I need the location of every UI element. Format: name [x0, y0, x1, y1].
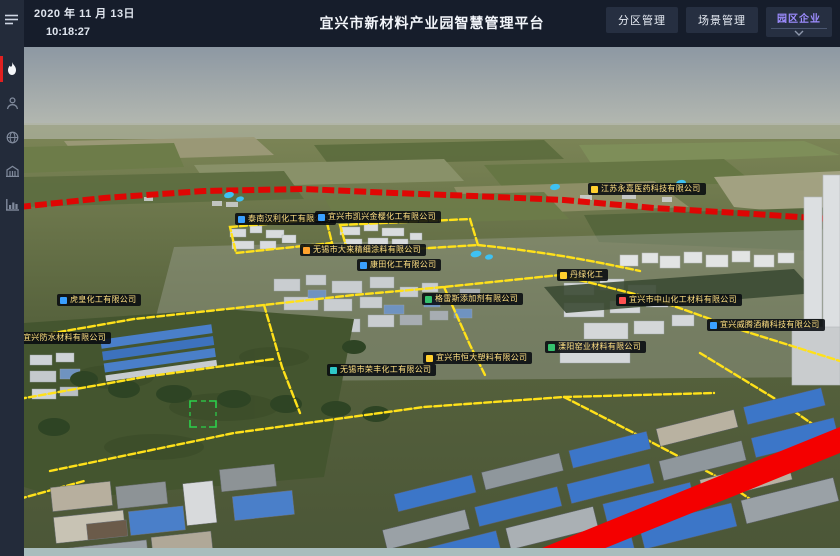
company-label[interactable]: 宜兴市中山化工材料有限公司 [616, 294, 742, 306]
company-marker-icon [238, 216, 245, 223]
divider [771, 28, 827, 29]
flame-icon[interactable] [0, 52, 24, 86]
company-name: 格雷斯添加剂有限公司 [435, 295, 518, 303]
company-name: 江苏永嘉医药科技有限公司 [601, 185, 701, 193]
company-marker-icon [560, 272, 567, 279]
park-enterprise-dropdown[interactable]: 园区企业 [766, 7, 832, 37]
company-name: 宜兴市恒大塑料有限公司 [436, 354, 527, 362]
company-marker-icon [619, 297, 626, 304]
person-icon[interactable] [0, 86, 24, 120]
company-name: 康田化工有限公司 [370, 261, 436, 269]
company-marker-icon [360, 262, 367, 269]
bar-chart-icon[interactable] [0, 188, 24, 222]
company-marker-icon [426, 355, 433, 362]
company-label[interactable]: 宜兴市恒大塑料有限公司 [423, 352, 532, 364]
company-marker-icon [60, 297, 67, 304]
company-label[interactable]: 宜兴防水材料有限公司 [24, 332, 111, 344]
company-label[interactable]: 宜兴市凯兴金樱化工有限公司 [315, 211, 441, 223]
company-label[interactable]: 江苏永嘉医药科技有限公司 [588, 183, 706, 195]
company-label[interactable]: 丹绿化工 [557, 269, 608, 281]
company-label[interactable]: 格雷斯添加剂有限公司 [422, 293, 523, 305]
factory-icon[interactable] [0, 154, 24, 188]
company-label[interactable]: 宜兴威腾酒精科技有限公司 [707, 319, 825, 331]
company-label[interactable]: 无锡市荣丰化工有限公司 [327, 364, 436, 376]
company-marker-icon [318, 214, 325, 221]
company-marker-icon [591, 186, 598, 193]
scene-manage-button[interactable]: 场景管理 [686, 7, 758, 33]
zone-manage-button[interactable]: 分区管理 [606, 7, 678, 33]
company-marker-icon [548, 344, 555, 351]
header-bar: 2020 年 11 月 13日 10:18:27 宜兴市新材料产业园智慧管理平台… [24, 0, 840, 47]
company-marker-icon [425, 296, 432, 303]
company-label[interactable]: 无锡市大来精细涂料有限公司 [300, 244, 426, 256]
sidebar [0, 0, 24, 556]
company-marker-icon [303, 247, 310, 254]
dropdown-label: 园区企业 [777, 10, 821, 25]
company-marker-icon [330, 367, 337, 374]
map-labels: 泰南汉利化工有限公司宜兴市凯兴金樱化工有限公司无锡市大来精细涂料有限公司康田化工… [24, 47, 840, 556]
header-actions: 分区管理 场景管理 园区企业 [606, 7, 832, 37]
company-name: 丹绿化工 [570, 271, 603, 279]
company-name: 无锡市荣丰化工有限公司 [340, 366, 431, 374]
menu-icon[interactable] [0, 4, 24, 34]
company-name: 虎皇化工有限公司 [70, 296, 136, 304]
company-name: 宜兴防水材料有限公司 [24, 334, 106, 342]
company-label[interactable]: 溧阳窑业材料有限公司 [545, 341, 646, 353]
map-viewport[interactable]: 泰南汉利化工有限公司宜兴市凯兴金樱化工有限公司无锡市大来精细涂料有限公司康田化工… [24, 47, 840, 556]
company-marker-icon [710, 322, 717, 329]
company-name: 宜兴市中山化工材料有限公司 [629, 296, 737, 304]
company-label[interactable]: 虎皇化工有限公司 [57, 294, 141, 306]
company-name: 宜兴市凯兴金樱化工有限公司 [328, 213, 436, 221]
company-name: 溧阳窑业材料有限公司 [558, 343, 641, 351]
smart-park-platform: 2020 年 11 月 13日 10:18:27 宜兴市新材料产业园智慧管理平台… [0, 0, 840, 556]
company-label[interactable]: 康田化工有限公司 [357, 259, 441, 271]
chevron-down-icon [794, 30, 804, 36]
company-name: 无锡市大来精细涂料有限公司 [313, 246, 421, 254]
globe-icon[interactable] [0, 120, 24, 154]
company-name: 宜兴威腾酒精科技有限公司 [720, 321, 820, 329]
